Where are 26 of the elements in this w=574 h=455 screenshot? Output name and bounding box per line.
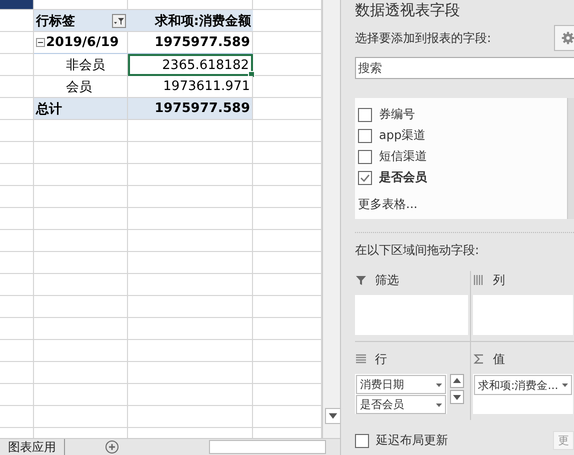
area-label: 行 xyxy=(375,350,387,368)
row-label: 2019/6/19 xyxy=(46,35,119,50)
value-cell[interactable]: 1975977.589 xyxy=(128,98,253,120)
column-header: 行标签 xyxy=(36,12,76,30)
search-field[interactable]: 搜索 xyxy=(355,57,574,79)
instruction-text: 在以下区域间拖动字段: xyxy=(355,242,480,259)
field-pill[interactable]: 消费日期 xyxy=(356,375,446,394)
row-label: 会员 xyxy=(65,78,92,96)
field-pill[interactable]: 是否会员 xyxy=(356,395,446,414)
area-label: 列 xyxy=(493,272,505,288)
area-label: 筛选 xyxy=(375,272,399,288)
field-pill[interactable]: 求和项:消费金... xyxy=(474,375,572,395)
field-name: 是否会员 xyxy=(379,169,427,186)
more-tables-link[interactable]: 更多表格... xyxy=(358,196,567,213)
area-label: 值 xyxy=(493,350,505,368)
field-name: app渠道 xyxy=(379,127,426,144)
checkbox-label: 延迟布局更新 xyxy=(376,432,448,449)
value-cell[interactable]: 2365.618182 xyxy=(128,54,253,76)
row-label: 总计 xyxy=(36,100,62,118)
field-name: 券编号 xyxy=(379,106,415,123)
field-name: 短信渠道 xyxy=(379,148,427,165)
instruction-text: 选择要添加到报表的字段: xyxy=(355,30,492,46)
sheet-tab[interactable]: 图表应用 xyxy=(0,438,65,455)
panel-title: 数据透视表字段 xyxy=(355,0,461,20)
column-header: 求和项:消费金额 xyxy=(128,10,253,32)
row-label: 非会员 xyxy=(65,56,105,74)
